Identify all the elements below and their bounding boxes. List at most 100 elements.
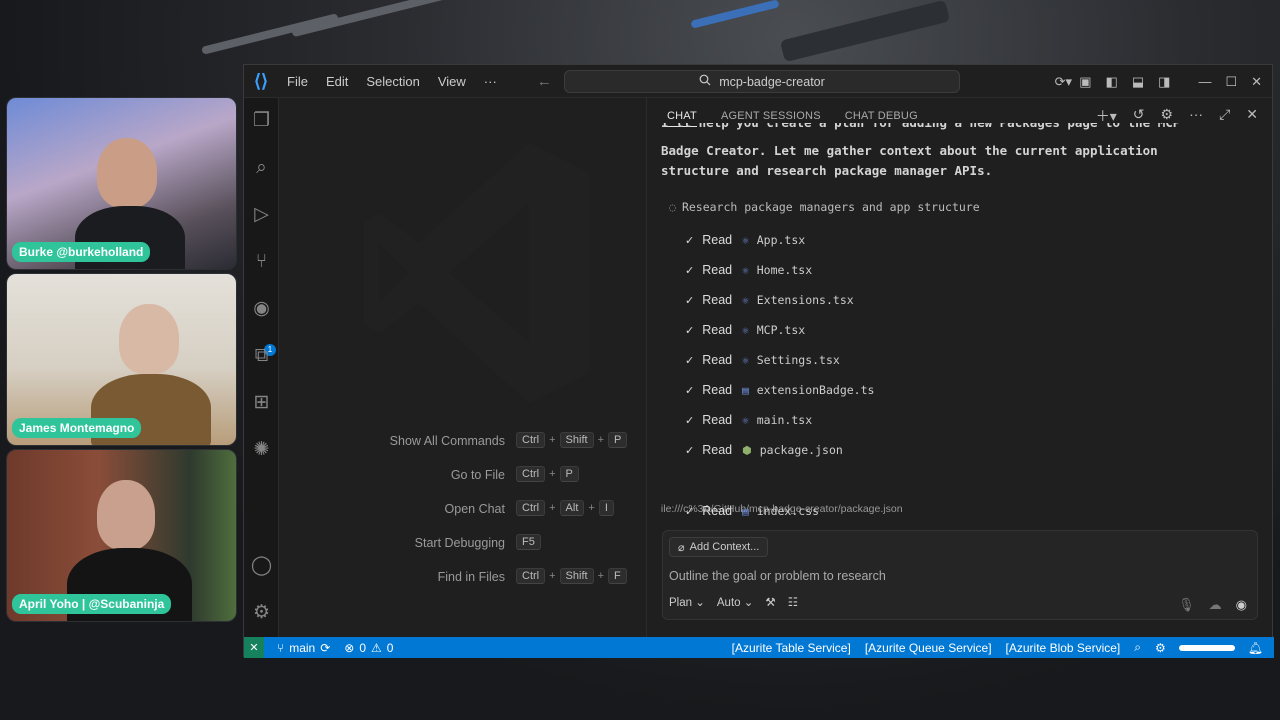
participant-name-tag: April Yoho | @Scubaninja: [12, 594, 172, 614]
shortcut-start-debugging: Start Debugging F5: [279, 534, 645, 554]
command-center-search[interactable]: mcp-badge-creator: [564, 70, 960, 93]
model-picker[interactable]: Auto ⌄: [717, 595, 754, 609]
chat-response: I'll help you create a plan for adding a…: [661, 123, 1251, 523]
response-text-partial: I'll help you create a plan for adding a…: [661, 123, 1180, 133]
react-file-icon: ⚛: [742, 233, 749, 247]
read-file-row[interactable]: ✓ Read ▤ extensionBadge.ts: [685, 380, 874, 400]
remote-explorer-icon[interactable]: ⧉: [249, 343, 274, 368]
shortcut-go-to-file: Go to File Ctrl + P: [279, 466, 645, 486]
search-icon[interactable]: ⌕: [249, 155, 274, 180]
back-arrow-icon[interactable]: ←: [530, 73, 559, 90]
read-file-row[interactable]: ✓ Read ▤ index.css: [685, 501, 819, 521]
shortcut-show-all-commands: Show All Commands Ctrl + Shift + P: [279, 432, 645, 452]
menu-selection[interactable]: Selection: [357, 74, 428, 89]
check-icon: ✓: [685, 383, 695, 397]
chat-input-toolbar: Plan ⌄ Auto ⌄ ⚒ ☷: [669, 595, 798, 609]
toggle-panel-icon[interactable]: ⬓: [1132, 74, 1144, 90]
add-context-button[interactable]: ⌀ Add Context...: [669, 537, 769, 557]
branch-indicator[interactable]: ⑂ main ⟳: [270, 641, 337, 655]
azurite-blob-service[interactable]: [Azurite Blob Service]: [999, 641, 1128, 655]
toggle-primary-sidebar-icon[interactable]: ◧: [1106, 74, 1118, 90]
microphone-icon[interactable]: 🎙︎: [1178, 597, 1195, 613]
delegate-cloud-icon[interactable]: ☁: [1209, 597, 1222, 613]
search-icon: [699, 74, 711, 89]
azurite-queue-service[interactable]: [Azurite Queue Service]: [858, 641, 999, 655]
openai-icon[interactable]: ✺: [249, 437, 274, 462]
copilot-icon[interactable]: ◉: [249, 296, 274, 321]
react-file-icon: ⚛: [742, 263, 749, 277]
read-file-row[interactable]: ✓ Read ⚛ main.tsx: [685, 410, 812, 430]
css-file-icon: ▤: [742, 504, 749, 518]
azurite-table-service[interactable]: [Azurite Table Service]: [725, 641, 858, 655]
spinner-icon: ◌: [669, 200, 676, 214]
react-file-icon: ⚛: [742, 323, 749, 337]
read-file-row[interactable]: ✓ Read ⬢ package.json: [685, 440, 843, 460]
task-progress: ◌ Research package managers and app struc…: [669, 200, 980, 214]
read-file-row[interactable]: ✓ Read ⚛ MCP.tsx: [685, 320, 805, 340]
chat-input-actions: 🎙︎ ☁ ◉: [1178, 597, 1247, 613]
participant-video-james: James Montemagno: [6, 273, 237, 446]
account-icon[interactable]: ◯: [249, 553, 274, 578]
title-bar: ⟨⟩ File Edit Selection View ··· ← → mcp-…: [244, 65, 1272, 98]
run-debug-icon[interactable]: ▷: [249, 202, 274, 227]
read-file-row[interactable]: ✓ Read ⚛ Extensions.tsx: [685, 290, 854, 310]
chat-input[interactable]: Outline the goal or problem to research: [669, 569, 886, 583]
editor-area: Show All Commands Ctrl + Shift + P Go to Fil…: [279, 98, 645, 637]
problems-indicator[interactable]: ⊗ 0 ⚠ 0: [337, 641, 400, 655]
menu-edit[interactable]: Edit: [317, 74, 357, 89]
response-text: Badge Creator. Let me gather context abo…: [661, 143, 1158, 158]
participant-name-tag: James Montemagno: [12, 418, 142, 438]
vscode-logo-icon: ⟨⟩: [253, 70, 269, 91]
warning-icon: ⚠: [371, 640, 382, 655]
maximize-icon[interactable]: ☐: [1225, 74, 1237, 90]
menu-view[interactable]: View: [429, 74, 475, 89]
mode-picker[interactable]: Plan ⌄: [669, 595, 705, 609]
read-file-row[interactable]: ✓ Read ⚛ Settings.tsx: [685, 350, 840, 370]
copilot-status-icon[interactable]: ⚙: [1148, 641, 1173, 655]
tools-icon[interactable]: ⚒: [765, 595, 775, 609]
customize-layout-icon[interactable]: ▣: [1079, 74, 1091, 90]
sync-icon[interactable]: ⟳: [320, 641, 330, 655]
extensions-icon[interactable]: ⊞: [249, 390, 274, 415]
close-window-icon[interactable]: ✕: [1251, 74, 1262, 90]
response-text: structure and research package manager A…: [661, 163, 993, 178]
notifications-bell-icon[interactable]: 🔔︎: [1241, 641, 1270, 655]
paperclip-icon: ⌀: [678, 541, 685, 554]
chat-panel: CHAT AGENT SESSIONS CHAT DEBUG ＋▾ ↺ ⚙ ··…: [646, 98, 1272, 637]
menu-more[interactable]: ···: [475, 74, 506, 89]
vscode-window: ⟨⟩ File Edit Selection View ··· ← → mcp-…: [243, 64, 1274, 658]
zoom-icon[interactable]: ⌕: [1127, 640, 1148, 655]
source-control-icon[interactable]: ⑂: [249, 249, 274, 274]
vscode-watermark-icon: [364, 143, 589, 403]
tab-agent-sessions[interactable]: AGENT SESSIONS: [721, 110, 821, 122]
activity-bar: ❐ ⌕ ▷ ⑂ ◉ 1 ⧉ ⊞ ✺ ◯ ⚙: [244, 98, 279, 637]
check-icon: ✓: [685, 293, 695, 307]
ts-file-icon: ▤: [742, 383, 749, 397]
stop-icon[interactable]: ◉: [1236, 597, 1247, 613]
explorer-icon[interactable]: ❐: [249, 108, 274, 133]
tab-chat-debug[interactable]: CHAT DEBUG: [845, 110, 918, 122]
branch-icon: ⑂: [277, 640, 285, 655]
check-icon: ✓: [685, 353, 695, 367]
react-file-icon: ⚛: [742, 293, 749, 307]
progress-toggle: [1178, 644, 1235, 651]
check-icon: ✓: [685, 504, 695, 518]
window-controls: ▣ ◧ ⬓ ◨ — ☐ ✕: [1079, 65, 1262, 98]
participant-video-april: April Yoho | @Scubaninja: [6, 449, 237, 622]
minimize-icon[interactable]: —: [1198, 74, 1211, 89]
toggle-secondary-sidebar-icon[interactable]: ◨: [1158, 74, 1170, 90]
chat-input-box[interactable]: ⌀ Add Context... Outline the goal or pro…: [662, 530, 1258, 620]
prompt-icon[interactable]: ☷: [788, 595, 798, 609]
settings-icon[interactable]: ⚙: [249, 600, 274, 625]
read-file-row[interactable]: ✓ Read ⚛ App.tsx: [685, 230, 805, 250]
status-bar-right: [Azurite Table Service] [Azurite Queue S…: [725, 637, 1270, 658]
shortcut-open-chat: Open Chat Ctrl + Alt + I: [279, 500, 645, 520]
status-bar: ✕ ⑂ main ⟳ ⊗ 0 ⚠ 0 [Azurite Table Service]…: [244, 637, 1274, 658]
check-icon: ✓: [685, 263, 695, 277]
copilot-status[interactable]: ⟳▾: [1055, 65, 1072, 98]
read-file-row[interactable]: ✓ Read ⚛ Home.tsx: [685, 260, 812, 280]
menu-file[interactable]: File: [278, 74, 317, 89]
participant-video-burke: Burke @burkeholland: [6, 97, 237, 270]
check-icon: ✓: [685, 413, 695, 427]
remote-indicator-icon[interactable]: ✕: [244, 637, 264, 658]
